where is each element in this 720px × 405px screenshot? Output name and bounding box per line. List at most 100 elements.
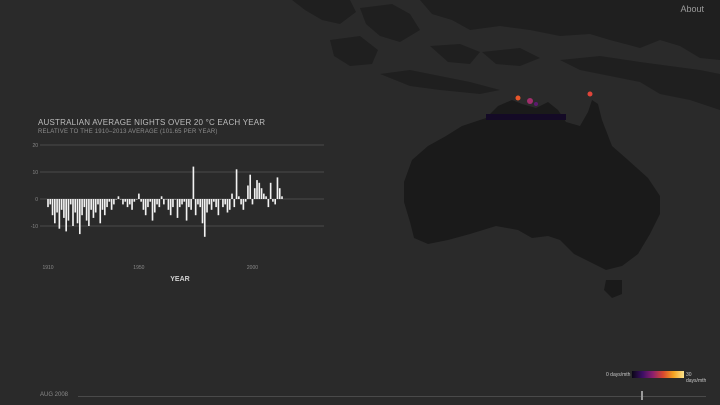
y-tick-label: 10	[32, 170, 38, 176]
timeline-track[interactable]	[78, 396, 706, 397]
bar	[249, 174, 252, 199]
bar	[233, 199, 236, 208]
bar	[178, 199, 181, 208]
x-tick-label: 1910	[42, 265, 53, 271]
bar	[74, 199, 77, 213]
australia-land	[404, 100, 660, 270]
bar	[183, 199, 186, 202]
heat-spot	[527, 98, 533, 104]
bar	[108, 199, 111, 202]
bar	[203, 199, 206, 237]
heat-spot	[515, 95, 521, 101]
bar	[185, 199, 188, 221]
bar	[174, 199, 177, 200]
bar	[278, 188, 281, 199]
bar	[94, 199, 97, 213]
chart-ticks: 20 10 0 -10 1910 1950 2000	[31, 143, 258, 271]
bar	[235, 169, 238, 199]
timeline-date-label: AUG 2008	[40, 392, 69, 398]
bar	[92, 199, 95, 218]
bar	[49, 199, 52, 205]
bar	[206, 199, 208, 213]
bar	[263, 193, 265, 199]
about-link[interactable]: About	[680, 4, 704, 14]
bar	[56, 199, 58, 213]
bar	[135, 199, 138, 200]
bar	[81, 199, 83, 216]
bar	[224, 199, 227, 205]
bar	[140, 199, 142, 202]
bar	[281, 196, 283, 199]
bar	[113, 199, 115, 205]
bar	[158, 199, 161, 208]
bar	[163, 199, 165, 205]
bar	[276, 177, 279, 199]
bar	[240, 199, 242, 205]
bar	[156, 199, 158, 205]
tasmania-land	[604, 280, 622, 298]
bar	[242, 199, 245, 210]
bar	[231, 193, 233, 199]
bar	[131, 199, 133, 210]
bar	[208, 199, 211, 205]
bar	[165, 199, 167, 200]
bar	[244, 199, 247, 202]
bar	[133, 199, 136, 202]
bar	[228, 199, 231, 210]
bar	[65, 199, 67, 232]
bar	[167, 199, 170, 210]
legend-max-label: 30 days/mth	[686, 372, 707, 384]
bar	[260, 188, 263, 199]
bar	[194, 199, 197, 216]
bar	[85, 199, 88, 221]
bar	[269, 182, 272, 199]
bar	[138, 193, 140, 199]
bar	[247, 185, 249, 199]
bar	[238, 196, 240, 199]
bar	[217, 199, 220, 216]
bar	[142, 199, 145, 210]
bar	[63, 199, 65, 218]
bar	[199, 199, 202, 208]
y-tick-label: 0	[35, 197, 38, 203]
bar	[267, 199, 270, 208]
x-axis-label: YEAR	[170, 276, 189, 283]
bar	[190, 199, 192, 210]
x-tick-label: 1950	[133, 265, 144, 271]
bar	[58, 199, 61, 229]
bar	[76, 199, 79, 224]
bar	[272, 199, 274, 202]
bar	[265, 196, 267, 199]
bar	[144, 199, 147, 216]
bar	[169, 199, 172, 216]
bar	[213, 199, 215, 202]
bar	[97, 199, 99, 205]
bar	[172, 199, 174, 208]
legend-gradient	[632, 371, 684, 378]
bar	[88, 199, 90, 226]
timeline-handle[interactable]	[641, 391, 643, 400]
bar	[210, 199, 213, 210]
bar	[215, 199, 217, 208]
bar	[176, 199, 179, 218]
bar	[115, 199, 117, 200]
y-tick-label: 20	[32, 143, 38, 149]
bar	[119, 199, 122, 200]
bar	[188, 199, 190, 208]
bar	[67, 199, 70, 221]
bar	[153, 199, 156, 213]
bar	[181, 199, 183, 205]
bar	[90, 199, 92, 210]
bar	[83, 199, 86, 208]
heat-spot	[587, 91, 593, 97]
bar	[201, 199, 204, 224]
bar	[226, 199, 229, 213]
bar	[253, 188, 256, 199]
bar	[147, 199, 149, 208]
bar	[101, 199, 104, 210]
bar	[51, 199, 54, 216]
bar	[47, 199, 49, 208]
bar	[160, 196, 163, 199]
bar	[192, 166, 195, 199]
bar	[99, 199, 102, 224]
